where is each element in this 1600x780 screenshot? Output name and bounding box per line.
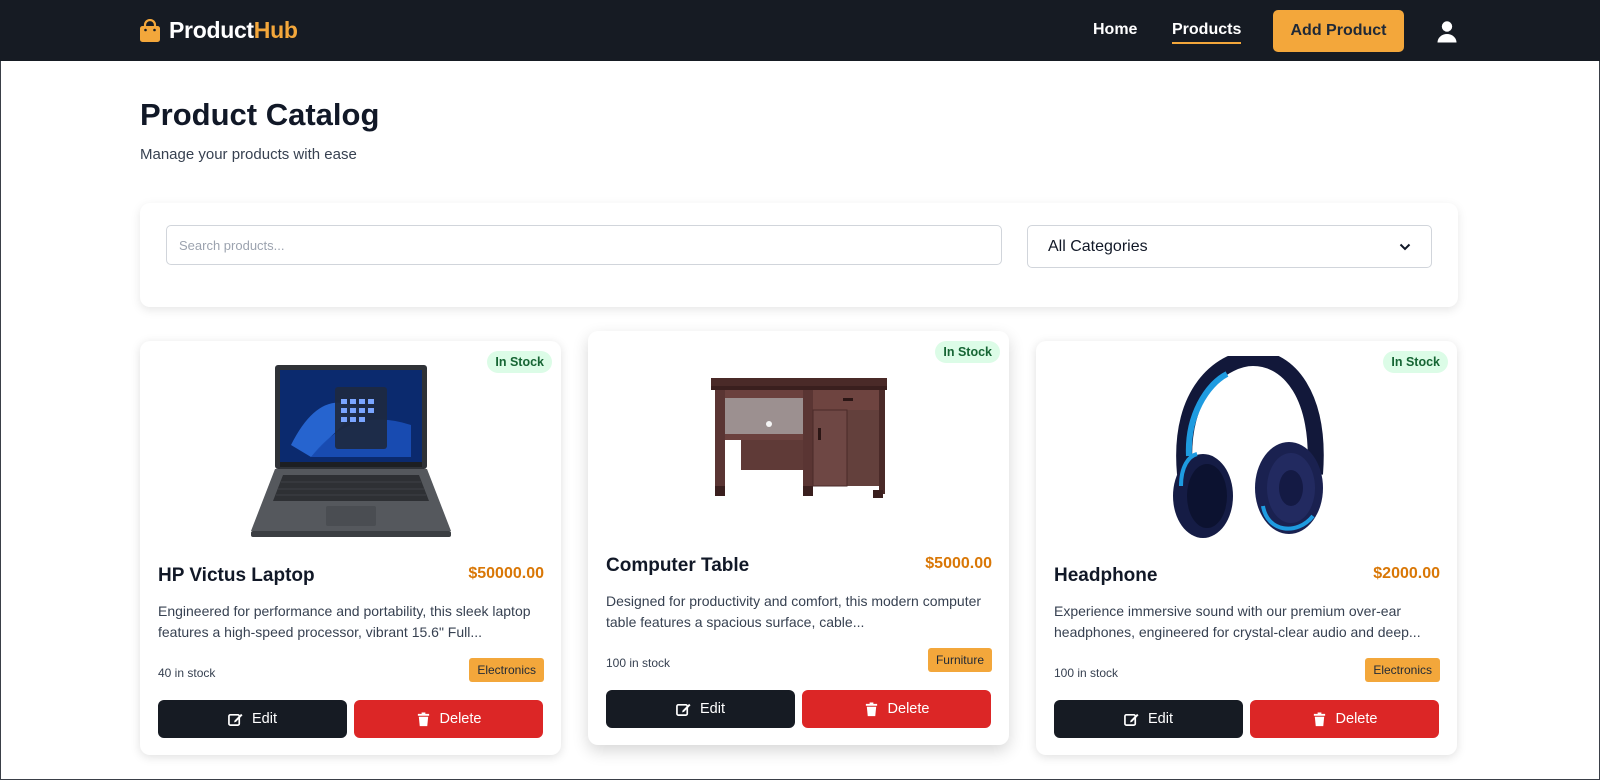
navbar: ProductHub Home Products Add Product [0,0,1600,61]
category-select[interactable]: All Categories [1027,225,1432,268]
stock-count: 40 in stock [158,666,216,680]
brand-name: ProductHub [169,17,298,44]
delete-button-label: Delete [1335,711,1378,727]
nav-link-home[interactable]: Home [1093,21,1137,39]
filter-panel: All Categories [140,203,1458,307]
edit-icon [676,703,691,716]
category-select-value: All Categories [1048,237,1148,255]
edit-button-label: Edit [700,701,725,717]
edit-button[interactable]: Edit [1054,700,1243,738]
category-badge: Electronics [469,658,544,682]
product-price: $2000.00 [1373,565,1440,582]
product-price: $50000.00 [468,565,544,582]
delete-button[interactable]: Delete [1250,700,1439,738]
stock-count: 100 in stock [606,656,671,670]
delete-button[interactable]: Delete [354,700,543,738]
delete-button-label: Delete [439,711,482,727]
desk-image [710,378,887,498]
stock-count: 100 in stock [1054,666,1119,680]
edit-button-label: Edit [252,711,277,727]
page-subtitle: Manage your products with ease [140,146,357,163]
edit-icon [1124,713,1139,726]
edit-icon [228,713,243,726]
category-badge: Electronics [1365,658,1440,682]
nav-link-products[interactable]: Products [1172,21,1242,44]
page-title: Product Catalog [140,97,380,132]
brand-logo[interactable]: ProductHub [139,17,298,44]
brand-name-accent: Hub [253,17,298,43]
shopping-bag-icon [140,18,160,42]
trash-icon [1313,711,1325,726]
edit-button[interactable]: Edit [158,700,347,738]
laptop-image [250,365,451,537]
product-image [588,331,1009,551]
product-image [140,341,561,561]
user-icon[interactable] [1437,21,1457,43]
stock-status-badge: In Stock [935,341,1000,363]
product-description: Designed for productivity and comfort, t… [606,593,982,630]
product-card: In Stock HP Victus Laptop $50000.00 Engi… [140,341,561,755]
edit-button-label: Edit [1148,711,1173,727]
product-card: In Stock Headphone $2000.00 Experience i… [1036,341,1457,755]
headphones-image [1172,356,1324,538]
delete-button-label: Delete [887,701,930,717]
trash-icon [865,701,877,716]
stock-status-badge: In Stock [487,351,552,373]
product-description: Engineered for performance and portabili… [158,603,531,640]
product-card: In Stock Computer Table $5000.00 Designe… [588,331,1009,745]
search-input[interactable] [166,225,1002,265]
product-price: $5000.00 [925,555,992,572]
product-name: Headphone [1054,565,1158,586]
product-name: Computer Table [606,555,750,576]
edit-button[interactable]: Edit [606,690,795,728]
trash-icon [417,711,429,726]
product-name: HP Victus Laptop [158,565,315,586]
category-badge: Furniture [927,648,992,672]
chevron-down-icon [1399,243,1411,250]
delete-button[interactable]: Delete [802,690,991,728]
product-image [1036,341,1457,561]
add-product-button[interactable]: Add Product [1273,10,1404,52]
stock-status-badge: In Stock [1383,351,1448,373]
brand-name-main: Product [169,17,254,43]
product-description: Experience immersive sound with our prem… [1054,603,1421,640]
